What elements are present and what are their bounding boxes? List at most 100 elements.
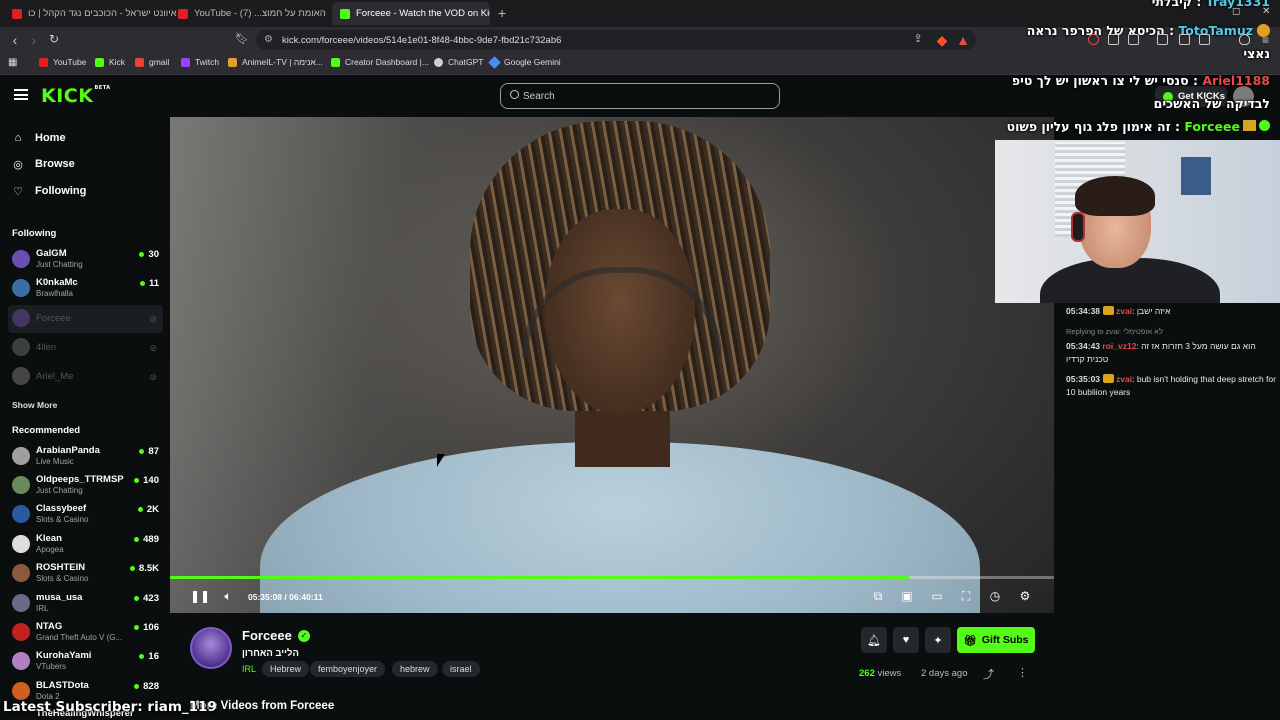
channel-item[interactable]: ROSHTEIN Slots & Casino 8.5K [8,560,163,588]
chat-messages: 05:34:38 zvai: איזה ישבן Replying to zvai… [1066,305,1276,406]
sidebar-toggle-icon[interactable] [1179,34,1190,45]
extension-icon[interactable] [1157,34,1168,45]
bookmark-animeil[interactable]: AnimeIL-TV | אנימה... [228,57,323,67]
stream-overlay-chat: Tray1331 : קיבלתי TotoTamuz : הכיסא של ה… [995,0,1280,140]
apps-grid-icon[interactable]: ▦ [8,57,17,68]
avatar [12,682,30,700]
bookmark-youtube[interactable]: YouTube [39,57,86,67]
close-window-icon[interactable]: ✕ [1262,6,1270,17]
search-input[interactable]: Search [500,83,780,109]
seek-bar[interactable] [170,576,1054,579]
notifications-button[interactable]: 🔔︎ [861,627,887,653]
tag[interactable]: Hebrew [262,661,310,677]
playback-speed-icon[interactable]: ◷ [987,589,1003,603]
twitch-icon [181,57,190,67]
sidebar-item-browse[interactable]: ◎ Browse [12,158,75,171]
clip-icon[interactable]: ▣ [899,589,915,603]
avatar [12,505,30,523]
brave-rewards-icon[interactable]: ▲ [955,32,971,48]
offline-icon: ⊘ [149,372,157,382]
sidebar-item-following[interactable]: ♡ Following [12,185,86,198]
channel-name[interactable]: Forceee ✓ [242,628,310,643]
webcam-subject-hair [1075,176,1155,216]
browser-tab[interactable]: איוונט ישראל - הכוכבים נגד הקהל | כו [4,2,184,25]
reply-context[interactable]: Replying to zvai: לא אופטימלי [1066,325,1276,338]
channel-item[interactable]: Classybeef Slots & Casino 2K [8,501,163,529]
more-options-icon[interactable]: ⋮ [1017,666,1028,679]
video-player[interactable] [170,117,1054,613]
bookmark-gmail[interactable]: gmail [135,57,169,67]
player-controls: ❚❚ 🔈︎ 05:35:08 / 06:40:11 ⧉ ▣ ▭ ⛶ ◷ ⚙ [170,585,1054,611]
brave-shield-icon[interactable]: ◆ [934,32,950,49]
heart-icon: ♥ [902,634,910,646]
channel-item[interactable]: 4llen ⊘ [8,334,163,362]
channel-item[interactable]: GalGM Just Chatting 30 [8,246,163,274]
bookmark-twitch[interactable]: Twitch [181,57,219,67]
channel-item[interactable]: KurohaYami VTubers 16 [8,648,163,676]
vpn-shield-icon[interactable] [1239,34,1250,45]
bookmark-creator-dashboard[interactable]: Creator Dashboard |... [331,57,429,67]
crown-badge-icon [1103,374,1115,383]
posted-date: 2 days ago [921,668,968,679]
bookmark-gemini[interactable]: Google Gemini [488,55,561,69]
channel-item[interactable]: Ariel_Me ⊘ [8,363,163,391]
gift-subs-button[interactable]: 🎁︎ Gift Subs [957,627,1035,653]
share-icon[interactable]: ⤴ [983,666,994,682]
channel-item[interactable]: Klean Apogea 489 [8,531,163,559]
bookmark-icon[interactable]: 🔖︎ [234,32,250,45]
bookmark-chatgpt[interactable]: ChatGPT [434,57,483,67]
category-link[interactable]: IRL [242,664,256,674]
site-settings-icon[interactable]: ⚙ [264,34,273,45]
menu-icon[interactable] [14,89,28,100]
fullscreen-icon[interactable]: ⛶ [958,589,974,604]
sparkle-icon: ✦ [933,634,943,647]
url-field[interactable]: ⚙ kick.com/forceee/videos/514e1e01-8f48-… [256,30,976,50]
wallet-icon[interactable] [1199,34,1210,45]
sparkle-button[interactable]: ✦ [925,627,951,653]
record-extension-icon[interactable] [1088,34,1099,45]
video-title: הלייב האחרון [242,648,299,659]
channel-avatar[interactable] [190,627,232,669]
extension-icon[interactable] [1108,34,1119,45]
avatar [12,594,30,612]
new-tab-button[interactable]: + [498,5,506,21]
channel-item[interactable]: NTAG Grand Theft Auto V (G... 106 [8,619,163,647]
channel-item[interactable]: ArabianPanda Live Music 87 [8,443,163,471]
browser-tab-active[interactable]: Forceee - Watch the VOD on Kick ✕ [332,2,490,25]
kick-logo[interactable]: KICKBETA [41,85,111,107]
browser-menu-icon[interactable]: ≡ [1262,33,1269,47]
channel-item[interactable]: K0nkaMc Brawlhalla 11 [8,275,163,303]
channel-item[interactable]: musa_usa IRL 423 [8,590,163,618]
view-count: 262 views [859,668,902,679]
latest-subscriber-ticker: Latest Subscriber: riam_119 [3,699,217,715]
pause-icon[interactable]: ❚❚ [190,589,210,603]
bell-icon: 🔔︎ [867,634,881,647]
channel-item-selected[interactable]: Forceee ⊘ [8,305,163,333]
maximize-icon[interactable]: ◻ [1232,6,1240,17]
back-button[interactable]: ‹ [7,32,23,48]
share-icon[interactable]: ⇪ [910,32,926,45]
browser-tab[interactable]: YouTube - האומת על חמוצ... (7) [170,2,328,25]
avatar [12,564,30,582]
follow-button[interactable]: ♥ [893,627,919,653]
bookmark-kick[interactable]: Kick [95,57,125,67]
sidebar-item-home[interactable]: ⌂ Home [12,132,66,144]
avatar [12,250,30,268]
settings-gear-icon[interactable]: ⚙ [1017,589,1033,603]
volume-icon[interactable]: 🔈︎ [220,589,236,604]
live-dot [139,252,145,257]
channel-item[interactable]: Oldpeeps_TTRMSP Just Chatting 140 [8,472,163,500]
forward-button[interactable]: › [26,32,42,48]
reload-button[interactable]: ↻ [46,32,62,46]
miniplayer-icon[interactable]: ⧉ [870,589,886,604]
avatar [12,535,30,553]
tag[interactable]: femboyenjoyer [310,661,386,677]
extension-icon[interactable] [1128,34,1139,45]
wall-poster [1181,157,1211,195]
tag[interactable]: israel [442,661,480,677]
show-more-button[interactable]: Show More [12,400,57,410]
theater-mode-icon[interactable]: ▭ [929,589,945,603]
youtube-icon [12,8,22,19]
streamer-webcam-overlay [995,140,1280,303]
tag[interactable]: hebrew [392,661,438,677]
